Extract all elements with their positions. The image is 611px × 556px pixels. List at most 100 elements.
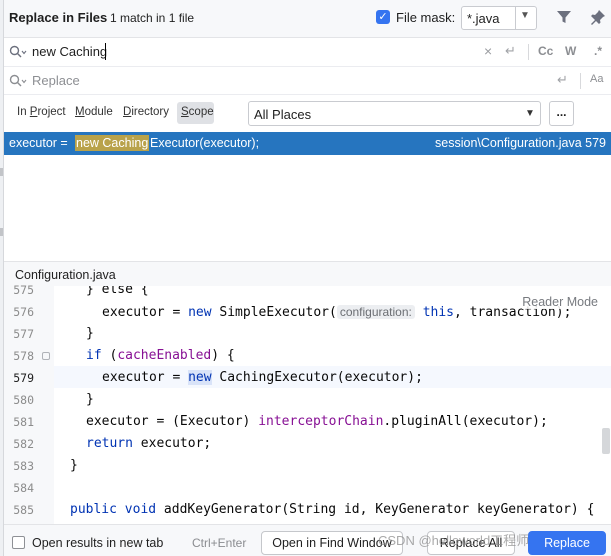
code-keyword: public	[70, 502, 117, 517]
file-mask-combo[interactable]: *.java ▼	[461, 6, 537, 30]
new-line-icon[interactable]: ↵	[557, 72, 568, 88]
search-history-icon[interactable]	[9, 45, 27, 59]
code-line-current: executor = new CachingExecutor(executor)…	[102, 367, 423, 389]
parameter-hint: configuration:	[336, 305, 415, 319]
file-mask-checkbox[interactable]: ✓	[376, 10, 390, 24]
code-text: ) {	[211, 348, 235, 363]
code-text: SimpleExecutor(	[211, 305, 337, 320]
new-line-icon[interactable]: ↵	[505, 43, 516, 59]
new-tab-checkbox[interactable]	[12, 536, 25, 549]
replace-field-row[interactable]: Replace ↵ Aa	[4, 67, 611, 95]
code-text: executor;	[132, 436, 212, 451]
code-keyword: new	[188, 305, 212, 320]
line-number: 581	[13, 415, 34, 429]
left-edge-marker	[0, 228, 3, 236]
tab-label-part: In	[17, 106, 30, 118]
replace-input[interactable]: Replace	[32, 73, 80, 88]
code-text: .pluginAll(executor);	[383, 414, 548, 429]
whole-words-toggle[interactable]: W	[565, 44, 576, 58]
fold-icon[interactable]	[42, 352, 50, 360]
match-count: 1 match in 1 file	[110, 11, 195, 25]
line-number: 577	[13, 327, 34, 341]
new-tab-label[interactable]: Open results in new tab	[32, 536, 163, 550]
code-text: } else {	[86, 286, 149, 297]
divider	[580, 73, 581, 89]
results-list[interactable]	[4, 155, 611, 261]
pin-icon[interactable]	[590, 9, 606, 25]
replace-history-icon[interactable]	[9, 74, 27, 88]
line-number: 578	[13, 349, 34, 363]
tab-mnemonic: S	[181, 106, 189, 118]
code-line: public void addKeyGenerator(String id, K…	[70, 499, 594, 521]
preview-header: Configuration.java	[4, 261, 611, 286]
tab-label-part: irectory	[131, 106, 170, 118]
result-file-location: session\Configuration.java 579	[435, 136, 606, 150]
match-case-toggle[interactable]: Cc	[538, 44, 553, 58]
line-number: 575	[13, 283, 34, 297]
code-preview[interactable]: } else { executor = new SimpleExecutor(c…	[54, 286, 611, 524]
code-text: CachingExecutor(executor);	[211, 370, 423, 385]
tab-in-project[interactable]: In Project	[17, 106, 66, 118]
line-number-current: 579	[13, 371, 34, 385]
line-number: 583	[13, 459, 34, 473]
code-keyword: this	[422, 305, 454, 320]
result-match-highlight: new Caching	[75, 135, 150, 151]
code-text: executor = (Executor)	[86, 414, 259, 429]
code-keyword: return	[86, 436, 133, 451]
code-line: return executor;	[86, 433, 211, 455]
code-line: if (cacheEnabled) {	[86, 345, 235, 367]
file-mask-label: File mask:	[396, 10, 456, 25]
tab-mnemonic: M	[75, 106, 85, 118]
code-field: interceptorChain	[258, 414, 384, 429]
tab-directory[interactable]: Directory	[123, 106, 169, 118]
code-text: executor =	[102, 370, 189, 385]
code-field: cacheEnabled	[117, 348, 212, 363]
reader-mode-toggle[interactable]: Reader Mode	[522, 295, 598, 309]
code-line: executor = (Executor) interceptorChain.p…	[86, 411, 548, 433]
line-number: 585	[13, 503, 34, 517]
code-line: }	[86, 389, 94, 411]
tab-label-part: cope	[188, 106, 214, 118]
dialog-header[interactable]: Replace in Files 1 match in 1 file ✓ Fil…	[4, 0, 611, 38]
line-number: 580	[13, 393, 34, 407]
search-input[interactable]: new Caching	[32, 44, 107, 59]
code-line: }	[86, 323, 94, 345]
text-caret	[105, 43, 106, 60]
dialog-title: Replace in Files	[9, 10, 108, 25]
replace-button[interactable]: Replace	[528, 531, 606, 555]
code-keyword-match: new	[188, 370, 212, 385]
file-mask-value: *.java	[467, 11, 500, 26]
shortcut-hint: Ctrl+Enter	[192, 536, 247, 550]
code-line: } else {	[86, 286, 149, 301]
result-code-prefix: executor =	[9, 136, 72, 150]
clear-icon[interactable]: ×	[484, 43, 492, 59]
code-line: }	[70, 455, 78, 477]
scrollbar-thumb[interactable]	[602, 428, 610, 454]
tab-label-part: roject	[37, 106, 66, 118]
tab-scope[interactable]: Scope	[181, 106, 214, 118]
code-text: executor =	[102, 305, 189, 320]
chevron-down-icon[interactable]: ▼	[525, 108, 535, 119]
regex-toggle[interactable]: .*	[594, 44, 602, 58]
scope-more-button[interactable]: ...	[549, 101, 574, 126]
code-keyword: if	[86, 348, 102, 363]
result-row[interactable]: executor = new Caching Executor(executor…	[4, 132, 611, 155]
scope-row: In Project Module Directory Scope All Pl…	[4, 95, 611, 131]
preserve-case-toggle[interactable]: Aa	[590, 73, 603, 85]
result-code-suffix: Executor(executor);	[150, 136, 260, 150]
filter-icon[interactable]	[556, 9, 572, 25]
left-edge-marker	[0, 168, 3, 176]
code-text: }	[70, 458, 78, 473]
tab-module[interactable]: Module	[75, 106, 113, 118]
scope-select[interactable]: All Places ▼	[248, 101, 541, 126]
code-text: addKeyGenerator(String id, KeyGenerator …	[156, 502, 595, 517]
line-number: 576	[13, 305, 34, 319]
code-text: }	[86, 392, 94, 407]
chevron-down-icon[interactable]: ▼	[520, 10, 530, 21]
line-number: 584	[13, 481, 34, 495]
code-line: executor = new SimpleExecutor(configurat…	[102, 301, 571, 323]
search-field-row[interactable]: new Caching × ↵ Cc W .*	[4, 38, 611, 67]
line-number: 582	[13, 437, 34, 451]
scope-select-value: All Places	[254, 107, 312, 122]
code-text: }	[86, 326, 94, 341]
